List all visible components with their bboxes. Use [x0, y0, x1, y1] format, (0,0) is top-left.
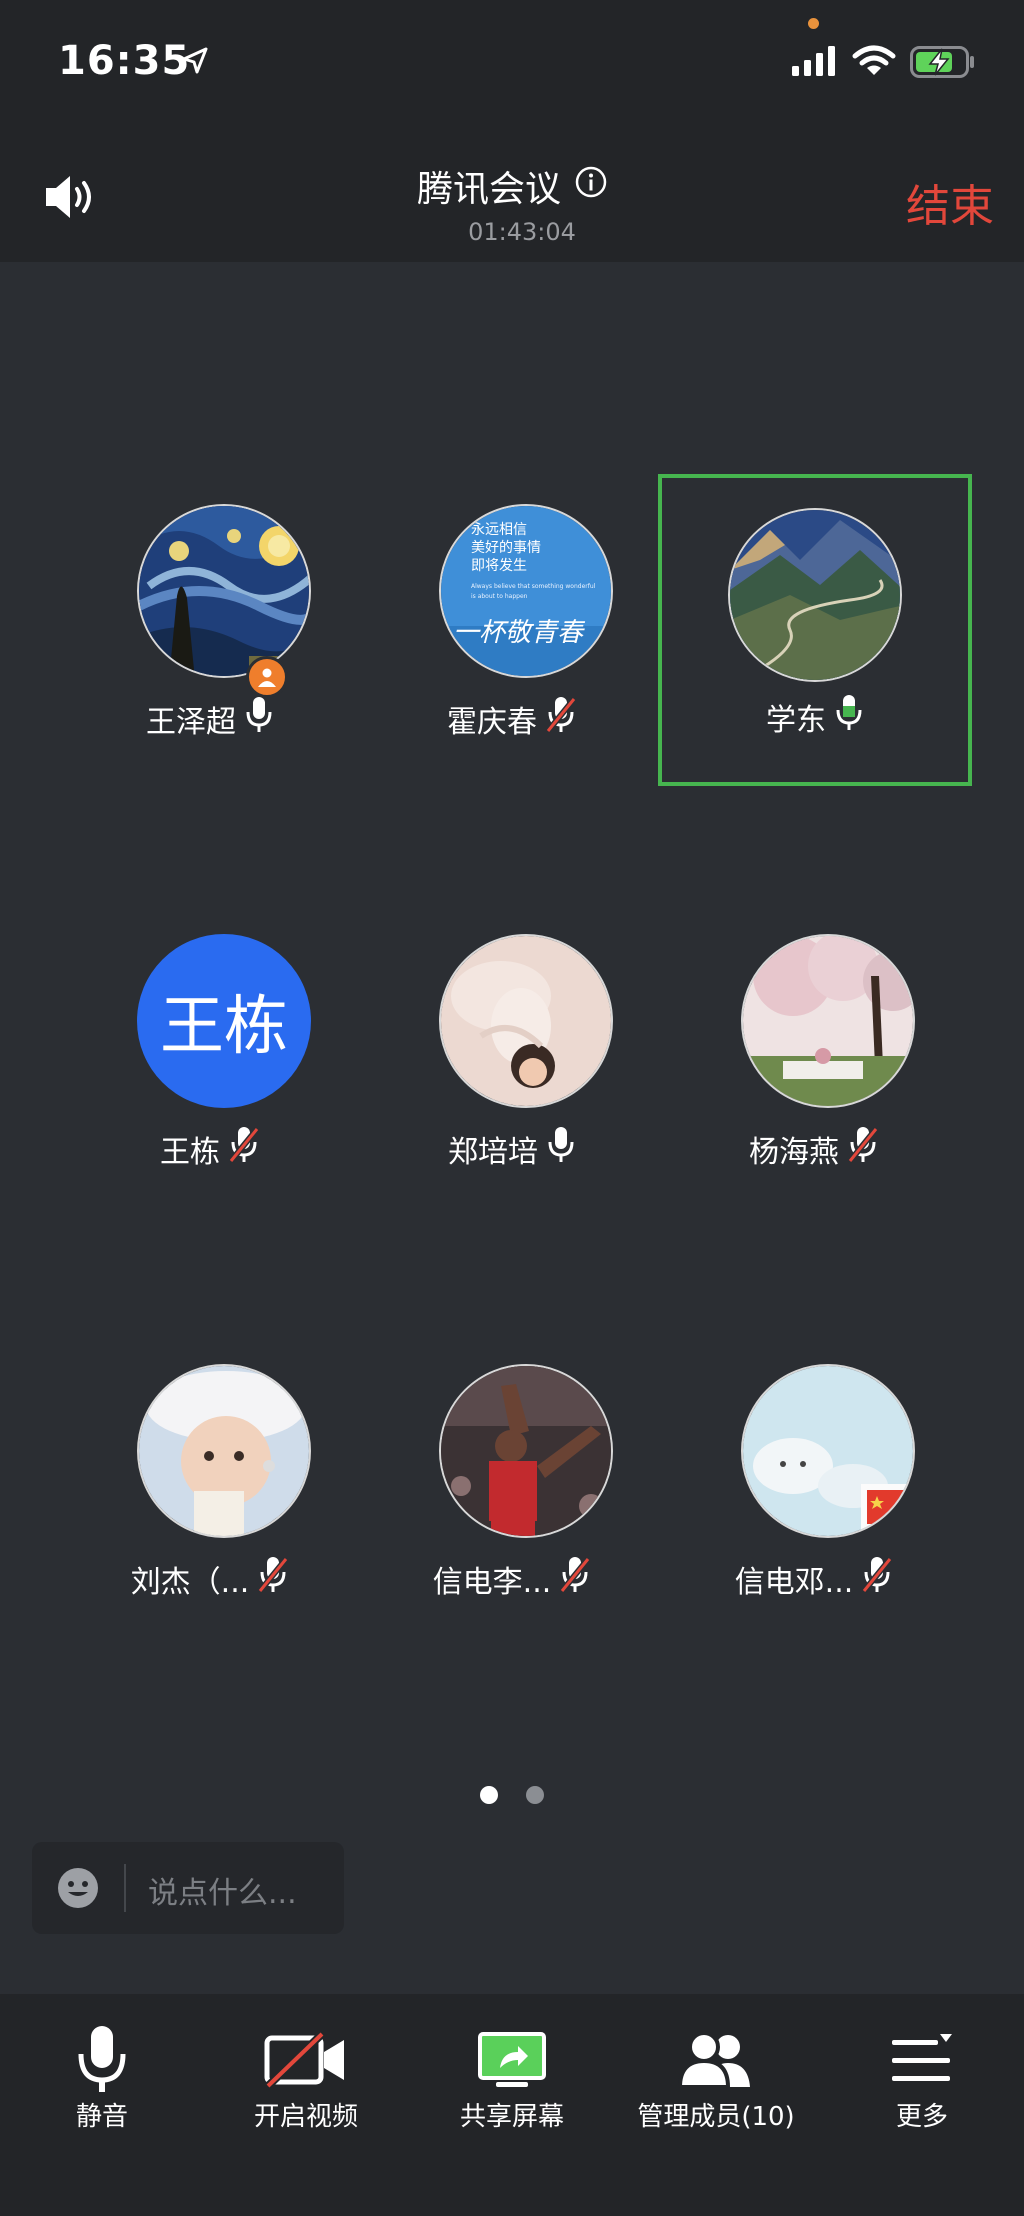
avatar-baby-photo — [439, 934, 613, 1108]
microphone-icon — [244, 696, 274, 742]
participant-name: 学东 — [766, 703, 826, 738]
avatar-text-image: 永远相信 美好的事情 即将发生 Always believe that some… — [439, 504, 613, 678]
wifi-icon — [852, 44, 896, 82]
svg-text:即将发生: 即将发生 — [471, 558, 527, 574]
svg-text:is about to happen: is about to happen — [471, 593, 528, 600]
svg-text:一杯敬青春: 一杯敬青春 — [453, 618, 586, 648]
more-button[interactable]: 更多 — [820, 1994, 1024, 2216]
participant-tile[interactable]: 刘杰（... — [60, 1334, 360, 1634]
participant-tile[interactable]: 信电李... — [362, 1334, 662, 1634]
svg-text:美好的事情: 美好的事情 — [471, 540, 541, 556]
microphone-speaking-icon — [834, 694, 864, 740]
cellular-signal-icon — [792, 46, 838, 80]
host-icon — [246, 656, 288, 698]
page-indicator-dot[interactable] — [526, 1786, 544, 1804]
participant-tile[interactable]: 郑培培 — [362, 904, 662, 1204]
video-off-icon — [204, 2014, 408, 2106]
participant-tile[interactable]: 王泽超 — [60, 474, 360, 774]
avatar-basketball-photo — [439, 1364, 613, 1538]
end-meeting-button[interactable]: 结束 — [906, 170, 994, 234]
battery-charging-icon — [910, 46, 976, 82]
participant-name: 信电李... — [432, 1565, 552, 1600]
share-screen-button[interactable]: 共享屏幕 — [410, 1994, 614, 2216]
participant-name: 刘杰（... — [130, 1565, 250, 1600]
meeting-timer: 01:43:04 — [468, 218, 576, 246]
meeting-title: 腾讯会议 — [416, 169, 561, 210]
participant-tile[interactable]: 杨海燕 — [664, 904, 964, 1204]
members-icon — [614, 2014, 818, 2106]
manage-members-label: 管理成员(10) — [637, 2102, 795, 2132]
avatar-blossom-tree — [741, 934, 915, 1108]
microphone-icon — [546, 1126, 576, 1172]
share-screen-icon — [410, 2014, 614, 2106]
svg-text:永远相信: 永远相信 — [471, 522, 527, 538]
microphone-muted-icon — [861, 1556, 893, 1602]
avatar-mountain-road — [728, 508, 902, 682]
status-bar: 16:35 — [0, 0, 1024, 130]
microphone-muted-icon — [257, 1556, 289, 1602]
participant-tile[interactable]: 信电邓... — [664, 1334, 964, 1634]
share-screen-label: 共享屏幕 — [459, 2102, 564, 2132]
chat-input[interactable]: 说点什么... — [32, 1842, 344, 1934]
bottom-toolbar: 静音 开启视频 共享屏幕 管理成员(10) 更多 — [0, 1994, 1024, 2216]
participant-tile-active-speaker[interactable]: 学东 — [658, 474, 972, 786]
meeting-title-row[interactable]: 腾讯会议 — [0, 160, 1024, 212]
microphone-muted-icon — [228, 1126, 260, 1172]
avatar-child-hat — [137, 1364, 311, 1538]
participant-name: 郑培培 — [448, 1135, 538, 1170]
info-icon[interactable] — [575, 166, 607, 207]
start-video-button[interactable]: 开启视频 — [204, 1994, 408, 2216]
participant-name: 霍庆春 — [447, 705, 537, 740]
mute-label: 静音 — [75, 2102, 128, 2132]
emoji-icon[interactable] — [56, 1866, 100, 1914]
avatar-starry-night — [137, 504, 311, 678]
avatar-cartoon-clouds — [741, 1364, 915, 1538]
more-label: 更多 — [895, 2102, 948, 2132]
privacy-indicator-dot — [808, 18, 819, 29]
participant-name: 信电邓... — [734, 1565, 854, 1600]
meeting-header: 腾讯会议 01:43:04 结束 — [0, 130, 1024, 262]
microphone-icon — [0, 2014, 204, 2106]
participant-name: 王栋 — [160, 1135, 220, 1170]
status-time: 16:35 — [58, 38, 191, 84]
divider — [124, 1864, 126, 1912]
avatar-initials: 王栋 — [137, 934, 311, 1108]
microphone-muted-icon — [847, 1126, 879, 1172]
chat-placeholder: 说点什么... — [148, 1876, 297, 1911]
more-menu-icon — [820, 2014, 1024, 2106]
participant-name: 杨海燕 — [749, 1135, 839, 1170]
microphone-muted-icon — [545, 696, 577, 742]
start-video-label: 开启视频 — [253, 2102, 358, 2132]
microphone-muted-icon — [559, 1556, 591, 1602]
participant-tile[interactable]: 王栋 王栋 — [60, 904, 360, 1204]
svg-text:Always believe that something: Always believe that something wonderful — [471, 583, 596, 590]
participant-name: 王泽超 — [146, 705, 236, 740]
page-indicator-dot-active[interactable] — [480, 1786, 498, 1804]
mute-button[interactable]: 静音 — [0, 1994, 204, 2216]
location-arrow-icon — [180, 46, 210, 80]
participant-tile[interactable]: 永远相信 美好的事情 即将发生 Always believe that some… — [362, 474, 662, 774]
manage-members-button[interactable]: 管理成员(10) — [614, 1994, 818, 2216]
